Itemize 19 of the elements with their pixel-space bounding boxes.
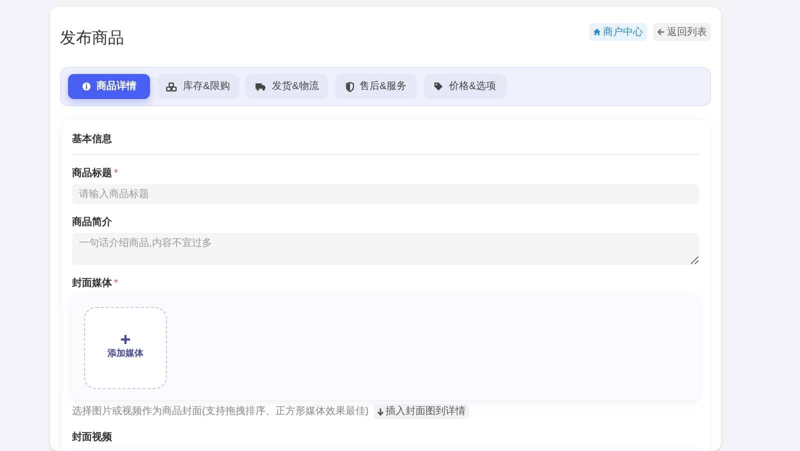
tab[interactable]: 库存&限购: [157, 74, 239, 99]
required-mark: *: [114, 277, 118, 291]
tab[interactable]: 价格&选项: [424, 74, 506, 99]
field-label: 封面媒体: [72, 276, 112, 291]
tab[interactable]: 发货&物流: [246, 74, 328, 99]
section-title: 基本信息: [72, 132, 699, 155]
page-title: 发布商品: [60, 28, 124, 49]
field-label: 商品标题: [72, 166, 112, 181]
text-area[interactable]: 一句话介绍商品,内容不宜过多: [72, 233, 699, 265]
back-button[interactable]: 返回列表: [653, 23, 711, 41]
field-label: 封面视频: [72, 430, 112, 445]
insert-cover-button[interactable]: 插入封面图到详情: [374, 404, 469, 419]
add-media-button[interactable]: 添加媒体: [84, 307, 167, 389]
required-mark: *: [114, 167, 118, 181]
hint-text: 选择图片或视频作为商品封面(支持拖拽排序、正方形媒体效果最佳): [72, 404, 369, 419]
tab[interactable]: 商品详情: [68, 74, 150, 99]
field-label: 商品简介: [72, 215, 112, 230]
tab[interactable]: 售后&服务: [335, 74, 417, 99]
text-input[interactable]: 请输入商品标题: [72, 184, 699, 204]
